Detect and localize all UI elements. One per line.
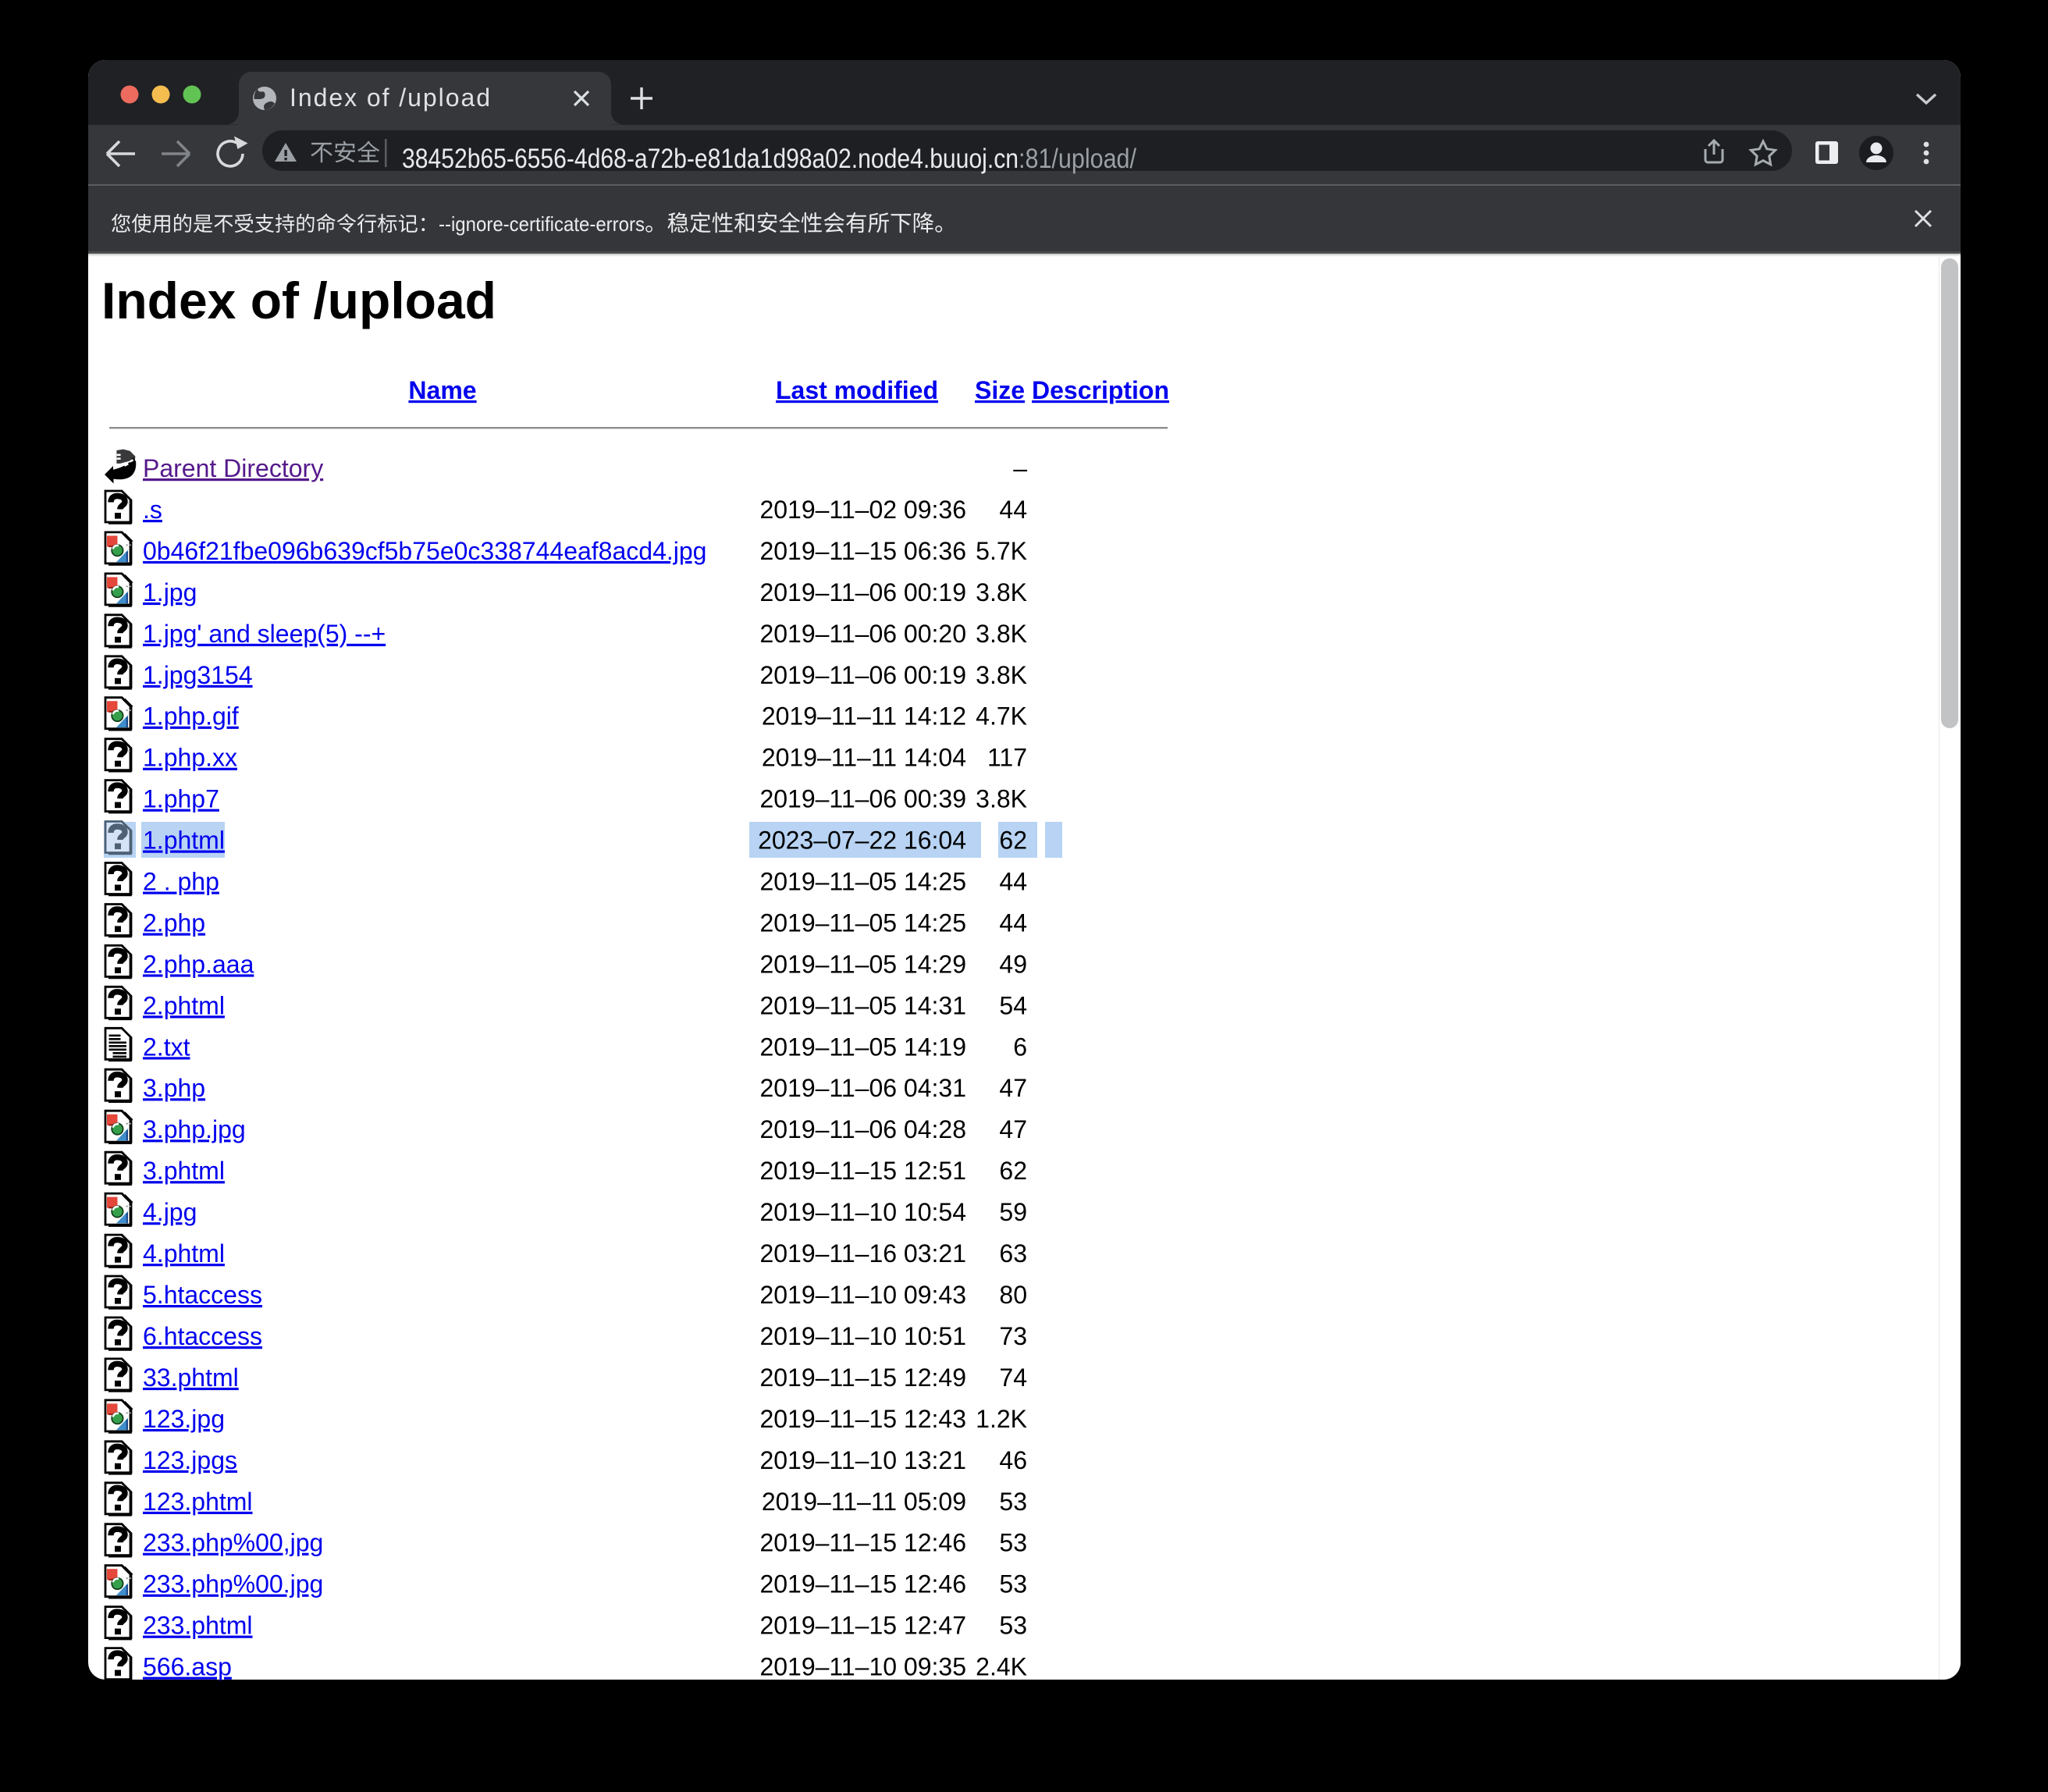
svg-text:2019–11–05 14:29: 2019–11–05 14:29 [759,950,966,978]
svg-text:3.php.jpg: 3.php.jpg [143,1115,246,1143]
svg-text:46: 46 [999,1446,1027,1474]
svg-text:54: 54 [999,991,1027,1019]
svg-text:233.php%00,jpg: 233.php%00,jpg [143,1529,323,1557]
svg-text:38452b65-6556-4d68-a72b-e81da1: 38452b65-6556-4d68-a72b-e81da1d98a02.nod… [402,144,1019,174]
svg-text:.s: .s [143,496,162,524]
svg-text:1.php7: 1.php7 [143,785,219,813]
svg-text:2019–11–15 12:49: 2019–11–15 12:49 [759,1364,966,1392]
svg-text:2019–11–15 12:46: 2019–11–15 12:46 [759,1570,966,1598]
svg-text:Name: Name [408,376,476,404]
svg-text:2019–11–11 05:09: 2019–11–11 05:09 [762,1488,966,1516]
svg-text:5.htaccess: 5.htaccess [143,1281,262,1309]
svg-text:123.phtml: 123.phtml [143,1488,253,1516]
svg-text:233.phtml: 233.phtml [143,1612,253,1640]
svg-text:3.phtml: 3.phtml [143,1157,225,1185]
svg-text:59: 59 [999,1198,1027,1226]
svg-text:566.asp: 566.asp [143,1653,232,1681]
svg-text:Last modified: Last modified [776,376,938,404]
svg-text:2019–11–05 14:31: 2019–11–05 14:31 [759,991,966,1019]
svg-text:2019–11–06 00:19: 2019–11–06 00:19 [759,578,966,606]
svg-text:2019–11–15 12:51: 2019–11–15 12:51 [759,1157,966,1185]
svg-text:74: 74 [999,1364,1027,1392]
svg-text:3.php: 3.php [143,1074,205,1102]
svg-text:2019–11–05 14:25: 2019–11–05 14:25 [759,909,966,937]
svg-text:3.8K: 3.8K [976,661,1027,689]
svg-text:53: 53 [999,1570,1027,1598]
svg-text:--ignore-certificate-errors: --ignore-certificate-errors [439,212,645,236]
svg-text:63: 63 [999,1239,1027,1268]
svg-text:44: 44 [999,496,1027,524]
svg-text:2019–11–11 14:04: 2019–11–11 14:04 [762,744,966,772]
svg-text:5.7K: 5.7K [976,537,1027,565]
svg-text:47: 47 [999,1115,1027,1143]
svg-text:2019–11–10 10:51: 2019–11–10 10:51 [759,1322,966,1350]
svg-text:2019–11–06 04:31: 2019–11–06 04:31 [759,1074,966,1102]
svg-text:2019–11–10 13:21: 2019–11–10 13:21 [759,1446,966,1474]
svg-text:2019–11–15 12:43: 2019–11–15 12:43 [759,1405,966,1433]
svg-text:73: 73 [999,1322,1027,1350]
svg-text:6.htaccess: 6.htaccess [143,1322,262,1350]
svg-text:3.8K: 3.8K [976,578,1027,606]
svg-text:2.txt: 2.txt [143,1033,190,1061]
svg-text:4.jpg: 4.jpg [143,1198,197,1226]
svg-text:53: 53 [999,1488,1027,1516]
svg-text:2019–11–06 04:28: 2019–11–06 04:28 [759,1115,966,1143]
svg-text:2019–11–02 09:36: 2019–11–02 09:36 [759,496,966,524]
svg-text:1.2K: 1.2K [976,1405,1027,1433]
svg-text:2023–07–22 16:04: 2023–07–22 16:04 [758,827,966,855]
svg-text:47: 47 [999,1074,1027,1102]
svg-text:117: 117 [987,744,1027,772]
svg-text:2.php: 2.php [143,909,205,937]
svg-text:Index of /upload: Index of /upload [101,272,496,329]
svg-text:44: 44 [999,868,1027,896]
svg-text:1.jpg: 1.jpg [143,578,197,606]
svg-text:3.8K: 3.8K [976,785,1027,813]
svg-text:1.php.xx: 1.php.xx [143,744,237,772]
svg-text:2.phtml: 2.phtml [143,991,225,1019]
svg-text:2.4K: 2.4K [976,1653,1027,1681]
svg-text:62: 62 [999,1157,1027,1185]
svg-text:0b46f21fbe096b639cf5b75e0c3387: 0b46f21fbe096b639cf5b75e0c338744eaf8acd4… [143,537,706,565]
svg-text:2019–11–05 14:25: 2019–11–05 14:25 [759,868,966,896]
svg-text:2019–11–06 00:39: 2019–11–06 00:39 [759,785,966,813]
svg-text:53: 53 [999,1529,1027,1557]
svg-text:Size: Size [975,376,1025,404]
svg-text:1.phtml: 1.phtml [143,827,225,855]
svg-text:1.jpg3154: 1.jpg3154 [143,661,253,689]
svg-text:Description: Description [1032,376,1169,404]
svg-text:Parent Directory: Parent Directory [143,454,323,482]
svg-text::81/upload/: :81/upload/ [1019,144,1136,174]
svg-text:1.php.gif: 1.php.gif [143,702,239,731]
svg-text:33.phtml: 33.phtml [143,1364,239,1392]
svg-text:3.8K: 3.8K [976,620,1027,648]
svg-text:2 . php: 2 . php [143,868,219,896]
svg-text:62: 62 [999,827,1027,855]
svg-text:1.jpg' and sleep(5) --+: 1.jpg' and sleep(5) --+ [143,620,386,648]
svg-text:2.php.aaa: 2.php.aaa [143,950,254,978]
svg-text:123.jpgs: 123.jpgs [143,1446,237,1474]
svg-text:2019–11–15 12:47: 2019–11–15 12:47 [759,1612,966,1640]
svg-text:2019–11–15 12:46: 2019–11–15 12:46 [759,1529,966,1557]
svg-text:2019–11–10 09:35: 2019–11–10 09:35 [759,1653,966,1681]
svg-text:–: – [1013,454,1027,482]
svg-text:44: 44 [999,909,1027,937]
svg-text:2019–11–10 10:54: 2019–11–10 10:54 [759,1198,966,1226]
svg-text:2019–11–06 00:19: 2019–11–06 00:19 [759,661,966,689]
svg-text:53: 53 [999,1612,1027,1640]
svg-text:2019–11–15 06:36: 2019–11–15 06:36 [759,537,966,565]
svg-text:123.jpg: 123.jpg [143,1405,225,1433]
svg-text:2019–11–06 00:20: 2019–11–06 00:20 [759,620,966,648]
svg-text:233.php%00.jpg: 233.php%00.jpg [143,1570,323,1598]
svg-text:6: 6 [1013,1033,1027,1061]
svg-text:Index of /upload: Index of /upload [290,84,490,112]
svg-text:49: 49 [999,950,1027,978]
svg-text:4.7K: 4.7K [976,702,1027,731]
svg-text:2019–11–10 09:43: 2019–11–10 09:43 [759,1281,966,1309]
svg-text:80: 80 [999,1281,1027,1309]
svg-text:2019–11–11 14:12: 2019–11–11 14:12 [762,702,966,731]
svg-text:4.phtml: 4.phtml [143,1239,225,1268]
svg-text:2019–11–16 03:21: 2019–11–16 03:21 [759,1239,966,1268]
svg-text:2019–11–05 14:19: 2019–11–05 14:19 [759,1033,966,1061]
